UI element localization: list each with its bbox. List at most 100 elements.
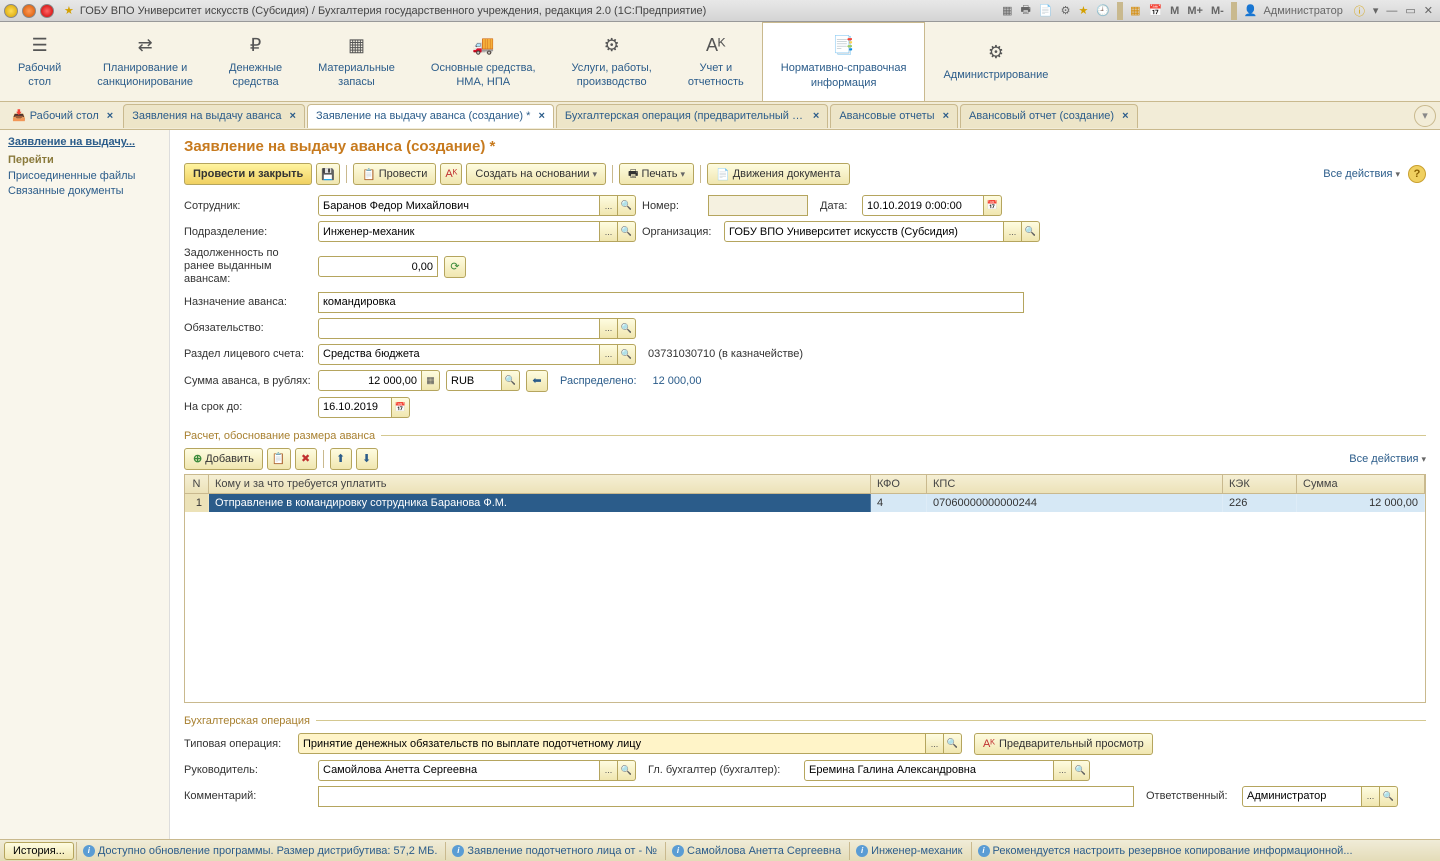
status-dept[interactable]: iИнженер-механик (849, 842, 968, 860)
tab-close-icon[interactable]: × (290, 110, 296, 122)
post-button[interactable]: 📋 Провести (353, 163, 436, 185)
window-btn-2[interactable] (22, 4, 36, 18)
open-icon[interactable]: 🔍 (1380, 786, 1398, 807)
comment-input[interactable] (318, 786, 1134, 807)
typical-input[interactable]: Принятие денежных обязательств по выплат… (298, 733, 926, 754)
open-icon[interactable]: 🔍 (618, 318, 636, 339)
employee-input[interactable]: Баранов Федор Михайлович (318, 195, 600, 216)
add-button[interactable]: ⊕Добавить (184, 448, 263, 470)
tab-close-icon[interactable]: × (107, 110, 113, 122)
sum-input[interactable]: 12 000,00 (318, 370, 422, 391)
purpose-input[interactable]: командировка (318, 292, 1024, 313)
movements-button[interactable]: 📄 Движения документа (707, 163, 850, 185)
sidebar-link-attachments[interactable]: Присоединенные файлы (8, 170, 161, 182)
status-app[interactable]: iЗаявление подотчетного лица от - № (445, 842, 663, 860)
dropdown-icon[interactable]: ▾ (1370, 4, 1382, 17)
tabs-overflow-icon[interactable]: ▾ (1414, 105, 1436, 127)
debt-input[interactable]: 0,00 (318, 256, 438, 277)
copy-button[interactable]: 📋 (267, 448, 291, 470)
grid-all-actions[interactable]: Все действия (1349, 453, 1426, 465)
responsible-input[interactable]: Администратор (1242, 786, 1362, 807)
section-input[interactable]: Средства бюджета (318, 344, 600, 365)
dept-input[interactable]: Инженер-механик (318, 221, 600, 242)
open-icon[interactable]: 🔍 (618, 221, 636, 242)
history-button[interactable]: История... (4, 842, 74, 860)
manager-input[interactable]: Самойлова Анетта Сергеевна (318, 760, 600, 781)
tab-acct-preview[interactable]: Бухгалтерская операция (предварительный … (556, 104, 828, 128)
nav-accounting[interactable]: AᴷУчет и отчетность (670, 22, 762, 101)
title-icon[interactable]: ▦ (999, 4, 1015, 17)
grid-row[interactable]: 1 Отправление в командировку сотрудника … (185, 494, 1425, 512)
window-btn-3[interactable] (40, 4, 54, 18)
select-icon[interactable]: ... (1362, 786, 1380, 807)
info-icon[interactable]: ⓘ (1351, 3, 1368, 19)
help-icon[interactable]: ? (1408, 165, 1426, 183)
select-icon[interactable]: ... (600, 344, 618, 365)
grid-body-empty[interactable] (185, 512, 1425, 702)
title-icon[interactable]: 🕘 (1093, 4, 1113, 17)
sidebar-title[interactable]: Заявление на выдачу... (8, 136, 161, 148)
sidebar-link-related[interactable]: Связанные документы (8, 185, 161, 197)
star-icon[interactable]: ★ (64, 4, 74, 17)
dtkt-button[interactable]: Aᴷ (440, 163, 462, 185)
print-button[interactable]: 🖶 Печать (619, 163, 694, 185)
m-plus-btn[interactable]: M+ (1184, 5, 1206, 17)
col-kek[interactable]: КЭК (1223, 475, 1297, 493)
col-who[interactable]: Кому и за что требуется уплатить (209, 475, 871, 493)
preview-button[interactable]: AᴷПредварительный просмотр (974, 733, 1153, 755)
col-n[interactable]: N (185, 475, 209, 493)
select-icon[interactable]: ... (600, 221, 618, 242)
obligation-input[interactable] (318, 318, 600, 339)
open-icon[interactable]: 🔍 (618, 344, 636, 365)
date-input[interactable]: 10.10.2019 0:00:00 (862, 195, 984, 216)
currency-input[interactable]: RUB (446, 370, 502, 391)
calc-icon[interactable]: ▦ (422, 370, 440, 391)
open-icon[interactable]: 🔍 (502, 370, 520, 391)
back-button[interactable]: ⬅ (526, 370, 548, 392)
select-icon[interactable]: ... (600, 318, 618, 339)
tab-close-icon[interactable]: × (538, 110, 544, 122)
title-star-icon[interactable]: ★ (1075, 4, 1091, 17)
tab-close-icon[interactable]: × (1122, 110, 1128, 122)
title-icon[interactable]: ⚙ (1058, 4, 1074, 17)
calendar-icon[interactable]: 📅 (1145, 4, 1165, 17)
open-icon[interactable]: 🔍 (618, 760, 636, 781)
nav-assets[interactable]: 🚚Основные средства, НМА, НПА (413, 22, 554, 101)
open-icon[interactable]: 🔍 (1022, 221, 1040, 242)
until-input[interactable]: 16.10.2019 (318, 397, 392, 418)
nav-planning[interactable]: ⇄Планирование и санкционирование (79, 22, 211, 101)
m-minus-btn[interactable]: M- (1208, 5, 1227, 17)
select-icon[interactable]: ... (926, 733, 944, 754)
create-based-button[interactable]: Создать на основании (466, 163, 606, 185)
calc-icon[interactable]: ▦ (1127, 4, 1143, 17)
org-input[interactable]: ГОБУ ВПО Университет искусств (Субсидия) (724, 221, 1004, 242)
open-icon[interactable]: 🔍 (618, 195, 636, 216)
window-btn-1[interactable] (4, 4, 18, 18)
nav-desktop[interactable]: ☰Рабочий стол (0, 22, 79, 101)
select-icon[interactable]: ... (600, 760, 618, 781)
m-btn[interactable]: M (1167, 5, 1182, 17)
status-backup[interactable]: iРекомендуется настроить резервное копир… (971, 842, 1437, 860)
status-update[interactable]: iДоступно обновление программы. Размер д… (76, 842, 444, 860)
nav-admin[interactable]: ⚙Администрирование (925, 22, 1066, 101)
calendar-icon[interactable]: 📅 (392, 397, 410, 418)
nav-services[interactable]: ⚙Услуги, работы, производство (554, 22, 670, 101)
move-down-button[interactable]: ⬇ (356, 448, 378, 470)
select-icon[interactable]: ... (600, 195, 618, 216)
nav-reference[interactable]: 📑Нормативно-справочная информация (762, 22, 926, 101)
tab-close-icon[interactable]: × (813, 110, 819, 122)
refresh-button[interactable]: ⟳ (444, 256, 466, 278)
status-user[interactable]: iСамойлова Анетта Сергеевна (665, 842, 847, 860)
maximize-icon[interactable]: ▭ (1402, 4, 1418, 17)
minimize-icon[interactable]: — (1383, 5, 1400, 17)
tab-advance-reports[interactable]: Авансовые отчеты× (830, 104, 958, 128)
col-kps[interactable]: КПС (927, 475, 1223, 493)
close-icon[interactable]: ✕ (1421, 4, 1436, 17)
delete-button[interactable]: ✖ (295, 448, 317, 470)
open-icon[interactable]: 🔍 (944, 733, 962, 754)
tab-close-icon[interactable]: × (943, 110, 949, 122)
move-up-button[interactable]: ⬆ (330, 448, 352, 470)
col-kfo[interactable]: КФО (871, 475, 927, 493)
save-button[interactable]: 💾 (316, 163, 340, 185)
all-actions-button[interactable]: Все действия (1323, 168, 1400, 180)
